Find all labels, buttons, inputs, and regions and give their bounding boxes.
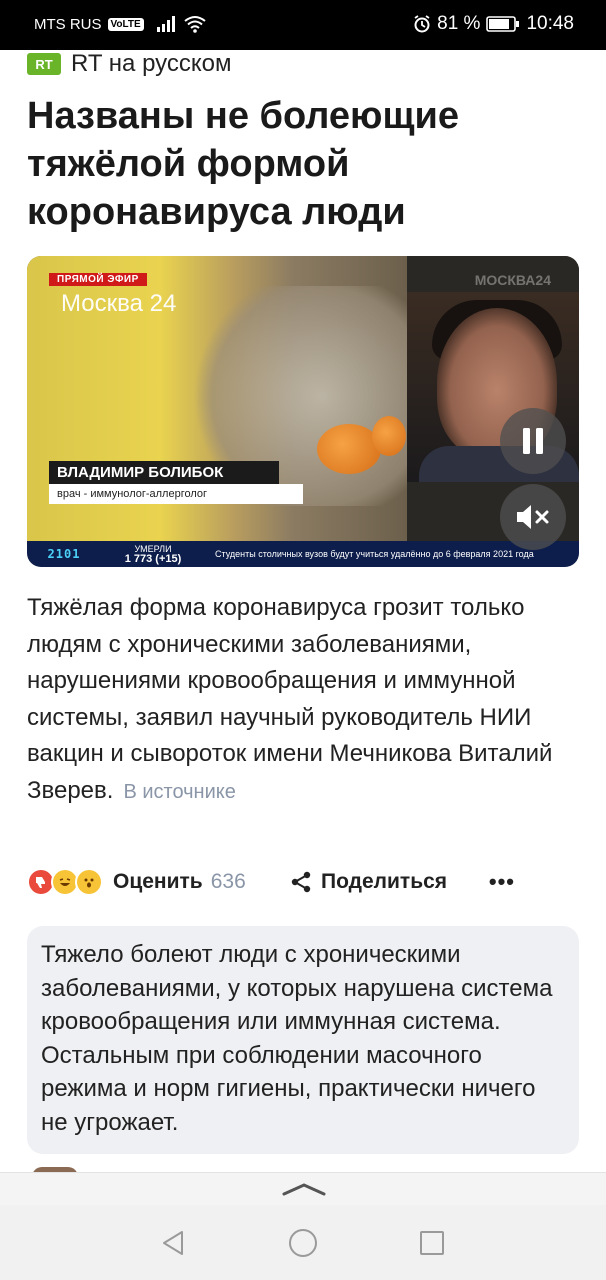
status-bar: MTS RUS VoLTE 81 % 10:48 (0, 0, 606, 50)
home-icon[interactable] (289, 1229, 317, 1257)
source-name[interactable]: RT на русском (71, 50, 232, 78)
video-player[interactable]: ПРЯМОЙ ЭФИР Москва 24 МОСКВА24 ВЛАДИМИР … (27, 256, 579, 567)
news-ticker: 2101 УМЕРЛИ 1 773 (+15) Студенты столичн… (27, 541, 579, 567)
share-icon (291, 871, 311, 893)
lead-text: Тяжёлая форма коронавируса грозит только… (27, 594, 553, 804)
reactions-group[interactable] (27, 868, 103, 896)
battery-icon (486, 16, 520, 32)
share-label: Поделиться (321, 870, 448, 893)
source-header[interactable]: RT RT на русском (27, 50, 232, 78)
article-headline: Названы не болеющие тяжёлой формой корон… (27, 95, 460, 233)
deaths-value: 1 773 (+15) (124, 553, 182, 565)
pause-icon (523, 428, 543, 454)
back-icon[interactable] (160, 1229, 186, 1257)
speaker-caption: ВЛАДИМИР БОЛИБОК врач - иммунолог-аллерг… (49, 461, 303, 509)
recent-apps-icon[interactable] (420, 1231, 444, 1255)
chevron-up-icon[interactable] (281, 1181, 327, 1197)
more-options-button[interactable]: ••• (489, 869, 515, 895)
status-left: MTS RUS VoLTE (34, 15, 206, 33)
pause-button[interactable] (500, 408, 566, 474)
channel-watermark: МОСКВА24 (474, 272, 551, 288)
rt-logo: RT (27, 53, 61, 75)
speaker-name: ВЛАДИМИР БОЛИБОК (49, 461, 279, 484)
quote-block: Тяжело болеют люди с хроническими заболе… (27, 926, 579, 1154)
signal-icon (156, 16, 175, 32)
share-button[interactable]: Поделиться (289, 870, 447, 894)
rate-count: 636 (210, 870, 246, 893)
volte-badge: VoLTE (107, 17, 144, 31)
speaker-role: врач - иммунолог-аллерголог (49, 484, 303, 504)
article-lead: Тяжёлая форма коронавируса грозит только… (27, 590, 587, 810)
video-orange (372, 416, 406, 456)
mute-icon (517, 505, 549, 529)
rate-button[interactable]: Оценить (113, 870, 203, 894)
status-right: 81 % 10:48 (413, 13, 574, 35)
wifi-icon (184, 16, 206, 33)
wow-reaction-icon (75, 868, 103, 896)
alarm-icon (414, 15, 430, 33)
battery-percent: 81 % (437, 13, 481, 34)
deaths-counter: УМЕРЛИ 1 773 (+15) (101, 541, 205, 567)
carrier-name: MTS RUS (34, 15, 102, 33)
channel-name: Москва 24 (61, 290, 177, 317)
clock: 10:48 (526, 13, 574, 34)
ticker-number: 2101 (27, 541, 101, 567)
live-badge: ПРЯМОЙ ЭФИР (49, 273, 147, 286)
source-link[interactable]: В источнике (123, 781, 235, 803)
actions-row: Оценить 636 Поделиться ••• (27, 864, 579, 900)
mute-button[interactable] (500, 484, 566, 550)
